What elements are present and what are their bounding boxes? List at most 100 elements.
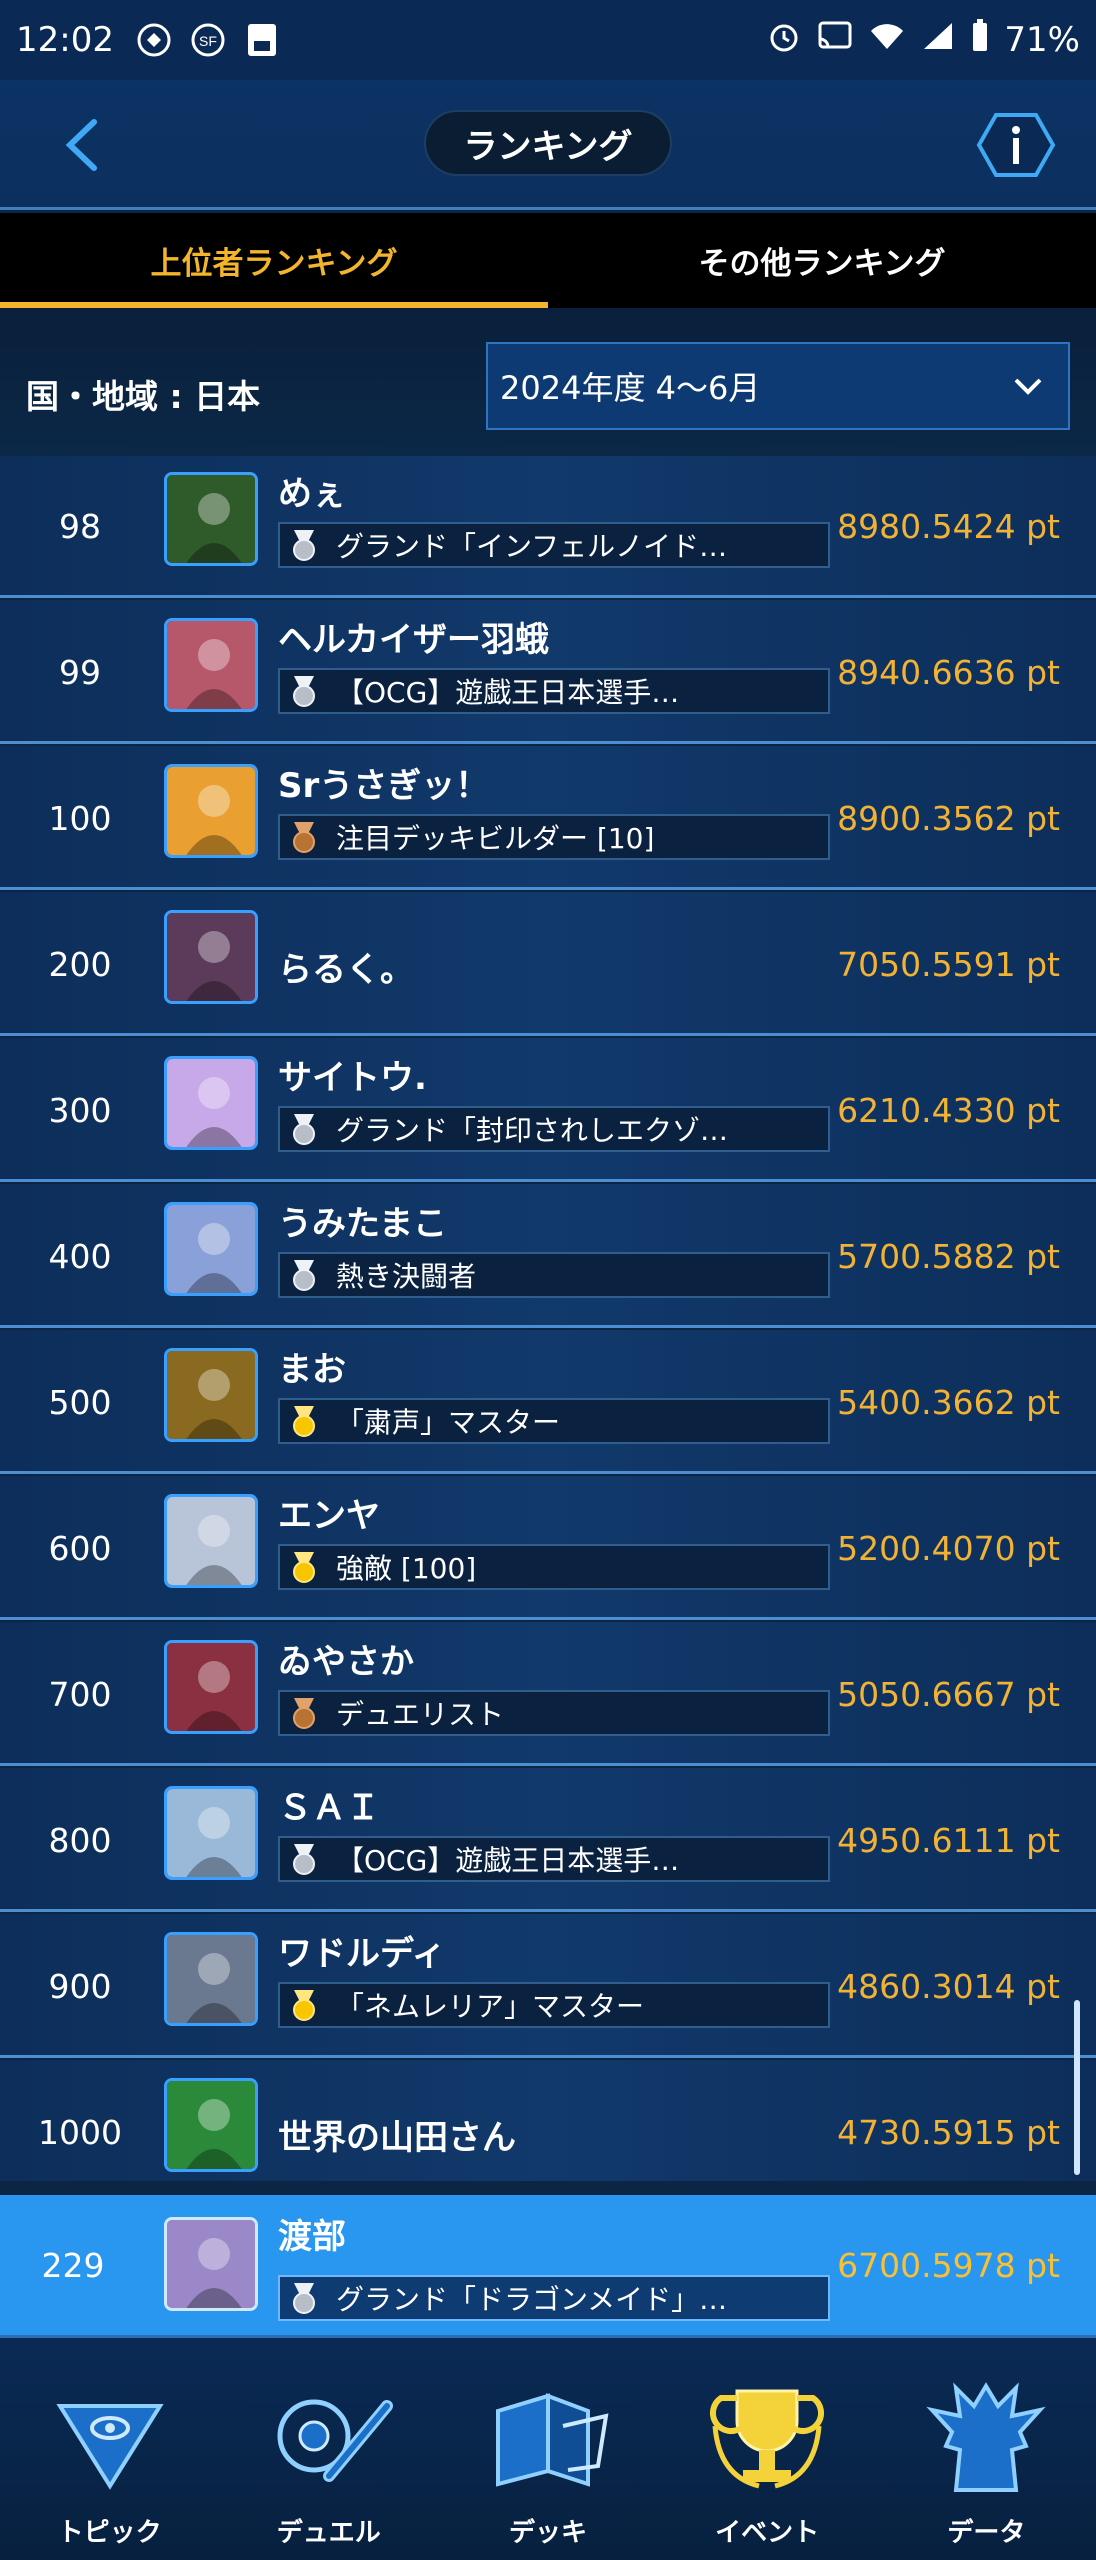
ranking-points: 7050.5591 pt bbox=[837, 944, 1060, 984]
player-title-badge: 強敵 [100] bbox=[278, 1544, 830, 1590]
tab-top-ranking[interactable]: 上位者ランキング bbox=[0, 213, 548, 308]
svg-text:SF: SF bbox=[199, 33, 217, 49]
millennium-puzzle-icon bbox=[55, 2404, 164, 2490]
player-title-badge: グランド「封印されしエクゾ… bbox=[278, 1106, 830, 1152]
player-title: 「粛声」マスター bbox=[336, 1406, 561, 1439]
nav-event[interactable]: イベント bbox=[658, 2338, 877, 2560]
player-title: 【OCG】遊戯王日本選手… bbox=[336, 676, 680, 709]
nav-label-event: イベント bbox=[715, 2518, 820, 2548]
my-ranking-row[interactable]: 229 渡部 グランド「ドラゴンメイド」… 6700.5978 pt bbox=[0, 2195, 1096, 2335]
sf-icon: SF bbox=[188, 20, 228, 60]
avatar bbox=[164, 1056, 258, 1150]
nav-data[interactable]: データ bbox=[877, 2338, 1096, 2560]
player-title: 熱き決闘者 bbox=[336, 1260, 477, 1293]
ranking-row[interactable]: 600 エンヤ 強敵 [100] 5200.4070 pt bbox=[0, 1476, 1096, 1620]
ranking-row[interactable]: 99 ヘルカイザー羽蛾 【OCG】遊戯王日本選手… 8940.6636 pt bbox=[0, 600, 1096, 744]
player-name: Srうさぎッ！ bbox=[278, 766, 490, 806]
ranking-points: 6210.4330 pt bbox=[837, 1090, 1060, 1130]
ranking-row[interactable]: 300 サイトウ. グランド「封印されしエクゾ… 6210.4330 pt bbox=[0, 1038, 1096, 1182]
nav-label-data: データ bbox=[947, 2518, 1026, 2548]
avatar bbox=[164, 910, 258, 1004]
player-name: 世界の山田さん bbox=[278, 2118, 516, 2158]
ranking-row[interactable]: 98 めぇ グランド「インフェルノイド… 8980.5424 pt bbox=[0, 456, 1096, 598]
ranking-tabs: 上位者ランキング その他ランキング bbox=[0, 213, 1096, 308]
avatar bbox=[164, 1348, 258, 1442]
ranking-points: 4950.6111 pt bbox=[837, 1820, 1060, 1860]
status-time: 12:02 bbox=[16, 20, 114, 60]
player-title-badge: 「ネムレリア」マスター bbox=[278, 1982, 830, 2028]
player-title-badge: 熱き決闘者 bbox=[278, 1252, 830, 1298]
back-button[interactable] bbox=[52, 110, 112, 180]
page-title: ランキング bbox=[424, 110, 672, 176]
alarm-icon bbox=[766, 18, 802, 63]
ranking-row[interactable]: 1000 世界の山田さん 4730.5915 pt bbox=[0, 2060, 1096, 2181]
ranking-row[interactable]: 200 らるく。 7050.5591 pt bbox=[0, 892, 1096, 1036]
rank-number: 99 bbox=[59, 652, 101, 692]
player-name: ワドルディ bbox=[278, 1934, 446, 1974]
player-title: 「ネムレリア」マスター bbox=[336, 1990, 645, 2023]
card-art-icon bbox=[167, 767, 255, 855]
tab-other-ranking[interactable]: その他ランキング bbox=[548, 213, 1096, 308]
rank-number: 1000 bbox=[38, 2112, 122, 2152]
medal-icon bbox=[293, 1698, 315, 1729]
player-name: ＳＡＩ bbox=[278, 1788, 380, 1828]
ranking-points: 5050.6667 pt bbox=[837, 1674, 1060, 1714]
player-name: めぇ bbox=[278, 474, 346, 514]
nav-topic[interactable]: トピック bbox=[0, 2338, 219, 2560]
card-art-icon bbox=[167, 1935, 255, 2023]
trophy-icon bbox=[710, 2389, 825, 2489]
ranking-row[interactable]: 400 うみたまこ 熱き決闘者 5700.5882 pt bbox=[0, 1184, 1096, 1328]
card-art-icon bbox=[167, 1789, 255, 1877]
ranking-points: 4860.3014 pt bbox=[837, 1966, 1060, 2006]
my-player-title: グランド「ドラゴンメイド」… bbox=[336, 2283, 728, 2316]
avatar bbox=[164, 2217, 258, 2311]
period-value: 2024年度 4〜6月 bbox=[500, 369, 761, 407]
nav-label-topic: トピック bbox=[57, 2518, 162, 2548]
ranking-row[interactable]: 500 まお 「粛声」マスター 5400.3662 pt bbox=[0, 1330, 1096, 1474]
scrollbar[interactable] bbox=[1074, 2000, 1080, 2175]
ranking-row[interactable]: 100 Srうさぎッ！ 注目デッキビルダー [10] 8900.3562 pt bbox=[0, 746, 1096, 890]
player-name: うみたまこ bbox=[278, 1204, 447, 1244]
player-title-badge: 【OCG】遊戯王日本選手… bbox=[278, 1836, 830, 1882]
app-notification-icon bbox=[134, 20, 174, 60]
rank-number: 300 bbox=[48, 1090, 112, 1130]
battery-icon bbox=[970, 18, 990, 63]
card-art-icon bbox=[167, 913, 255, 1001]
my-points: 6700.5978 pt bbox=[837, 2245, 1060, 2285]
ranking-row[interactable]: 800 ＳＡＩ 【OCG】遊戯王日本選手… 4950.6111 pt bbox=[0, 1768, 1096, 1912]
player-name: サイトウ. bbox=[278, 1058, 427, 1098]
duel-disk-icon bbox=[277, 2399, 393, 2482]
status-bar: 12:02 SF 71% bbox=[0, 0, 1096, 80]
medal-icon bbox=[293, 2283, 315, 2314]
ranking-points: 5400.3662 pt bbox=[837, 1382, 1060, 1422]
card-art-icon bbox=[167, 2081, 255, 2169]
back-arrow-icon bbox=[65, 119, 97, 171]
filter-area: 国・地域 : 日本 2024年度 4〜6月 bbox=[0, 308, 1096, 456]
player-title: グランド「インフェルノイド… bbox=[336, 530, 728, 563]
nav-duel[interactable]: デュエル bbox=[219, 2338, 438, 2560]
signal-icon bbox=[920, 19, 956, 62]
ranking-row[interactable]: 900 ワドルディ 「ネムレリア」マスター 4860.3014 pt bbox=[0, 1914, 1096, 2058]
wifi-icon bbox=[868, 19, 906, 62]
ranking-row[interactable]: 700 ゐやさか デュエリスト 5050.6667 pt bbox=[0, 1622, 1096, 1766]
avatar bbox=[164, 618, 258, 712]
ranking-points: 4730.5915 pt bbox=[837, 2112, 1060, 2152]
player-name: エンヤ bbox=[278, 1496, 380, 1536]
card-art-icon bbox=[167, 1059, 255, 1147]
player-title-badge: 【OCG】遊戯王日本選手… bbox=[278, 668, 830, 714]
header: ランキング bbox=[0, 80, 1096, 210]
rank-number: 400 bbox=[48, 1236, 112, 1276]
avatar bbox=[164, 1786, 258, 1880]
avatar bbox=[164, 1202, 258, 1296]
rank-number: 600 bbox=[48, 1528, 112, 1568]
my-rank: 229 bbox=[41, 2245, 105, 2285]
card-art-icon bbox=[167, 1351, 255, 1439]
info-icon bbox=[976, 113, 1056, 177]
nav-deck[interactable]: デッキ bbox=[438, 2338, 657, 2560]
period-select[interactable]: 2024年度 4〜6月 bbox=[486, 342, 1070, 430]
ranking-list[interactable]: 98 めぇ グランド「インフェルノイド… 8980.5424 pt 99 ヘルカイザー羽蛾… bbox=[0, 456, 1096, 2181]
cast-icon bbox=[816, 19, 854, 62]
medal-icon bbox=[293, 1552, 315, 1583]
info-button[interactable] bbox=[976, 110, 1056, 180]
battery-percent: 71% bbox=[1004, 20, 1080, 60]
